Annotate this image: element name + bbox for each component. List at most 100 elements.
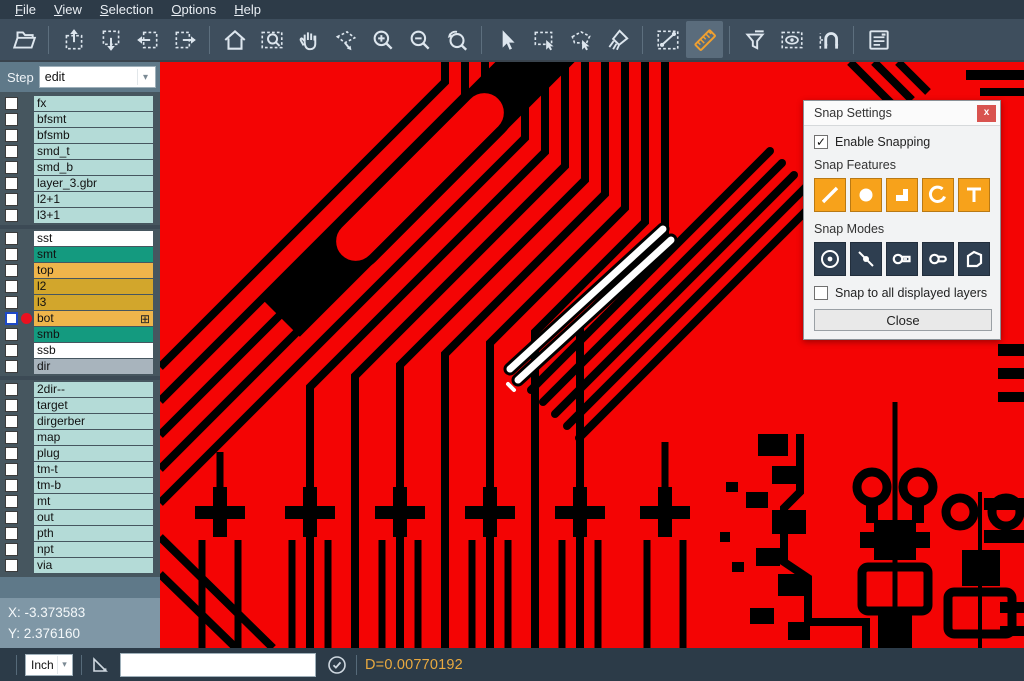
layer-row-dir[interactable]: dir <box>0 359 160 374</box>
enable-snapping-row[interactable]: ✓ Enable Snapping <box>814 135 990 149</box>
layer-row-smd_t[interactable]: smd_t <box>0 144 160 159</box>
toolbar-clean-brush-button[interactable] <box>599 21 636 58</box>
layer-visibility-checkbox[interactable] <box>5 312 18 325</box>
snap-mode-key-outline-button[interactable] <box>922 242 954 276</box>
menu-selection[interactable]: Selection <box>91 0 162 19</box>
dialog-title-bar[interactable]: Snap Settings x <box>804 101 1000 126</box>
layer-row-tm-t[interactable]: tm-t <box>0 462 160 477</box>
layer-visibility-checkbox[interactable] <box>5 209 18 222</box>
snap-mode-center-button[interactable] <box>814 242 846 276</box>
snap-mode-key-filled-button[interactable] <box>886 242 918 276</box>
layer-name-cell[interactable]: smt <box>34 247 153 262</box>
snap-feature-pad-button[interactable] <box>850 178 882 212</box>
grid-icon[interactable]: ⊞ <box>140 313 150 325</box>
layer-row-fx[interactable]: fx <box>0 96 160 111</box>
snap-all-layers-row[interactable]: Snap to all displayed layers <box>814 286 990 300</box>
snap-mode-contour-button[interactable] <box>958 242 990 276</box>
toolbar-pan-hand-button[interactable] <box>290 21 327 58</box>
layer-name-cell[interactable]: fx <box>34 96 153 111</box>
snap-feature-text-button[interactable] <box>958 178 990 212</box>
toolbar-show-selection-button[interactable] <box>773 21 810 58</box>
layer-name-cell[interactable]: tm-b <box>34 478 153 493</box>
layer-name-cell[interactable]: 2dir-- <box>34 382 153 397</box>
layer-visibility-checkbox[interactable] <box>5 280 18 293</box>
layer-row-plug[interactable]: plug <box>0 446 160 461</box>
layer-row-sst[interactable]: sst <box>0 231 160 246</box>
layer-row-top[interactable]: top <box>0 263 160 278</box>
toolbar-pan-up-button[interactable] <box>55 21 92 58</box>
layer-name-cell[interactable]: l3+1 <box>34 208 153 223</box>
snap-feature-line-button[interactable] <box>814 178 846 212</box>
layer-row-ssb[interactable]: ssb <box>0 343 160 358</box>
toolbar-home-button[interactable] <box>216 21 253 58</box>
layer-visibility-checkbox[interactable] <box>5 543 18 556</box>
layer-row-dirgerber[interactable]: dirgerber <box>0 414 160 429</box>
layer-row-via[interactable]: via <box>0 558 160 573</box>
layer-name-cell[interactable]: top <box>34 263 153 278</box>
layer-visibility-checkbox[interactable] <box>5 161 18 174</box>
unit-select[interactable]: Inch ▾ <box>25 654 73 676</box>
toolbar-measure-distance-button[interactable] <box>649 21 686 58</box>
layer-name-cell[interactable]: pth <box>34 526 153 541</box>
layer-name-cell[interactable]: dir <box>34 359 153 374</box>
toolbar-zoom-area-button[interactable] <box>327 21 364 58</box>
snap-feature-arc-button[interactable] <box>922 178 954 212</box>
menu-help[interactable]: Help <box>225 0 270 19</box>
layer-name-cell[interactable]: tm-t <box>34 462 153 477</box>
layer-name-cell[interactable]: plug <box>34 446 153 461</box>
toolbar-pan-right-button[interactable] <box>166 21 203 58</box>
layer-visibility-checkbox[interactable] <box>5 177 18 190</box>
layer-visibility-checkbox[interactable] <box>5 264 18 277</box>
toolbar-pan-down-button[interactable] <box>92 21 129 58</box>
layer-row-tm-b[interactable]: tm-b <box>0 478 160 493</box>
layer-row-out[interactable]: out <box>0 510 160 525</box>
toolbar-select-rect-button[interactable] <box>525 21 562 58</box>
enable-snapping-checkbox[interactable]: ✓ <box>814 135 828 149</box>
layer-visibility-checkbox[interactable] <box>5 431 18 444</box>
toolbar-select-arrow-button[interactable] <box>488 21 525 58</box>
layer-row-smt[interactable]: smt <box>0 247 160 262</box>
layer-visibility-checkbox[interactable] <box>5 495 18 508</box>
layer-visibility-checkbox[interactable] <box>5 232 18 245</box>
layer-row-bfsmb[interactable]: bfsmb <box>0 128 160 143</box>
layer-name-cell[interactable]: l2+1 <box>34 192 153 207</box>
snap-feature-surface-button[interactable] <box>886 178 918 212</box>
layer-name-cell[interactable]: layer_3.gbr <box>34 176 153 191</box>
layer-visibility-checkbox[interactable] <box>5 383 18 396</box>
layer-visibility-checkbox[interactable] <box>5 511 18 524</box>
layer-visibility-checkbox[interactable] <box>5 145 18 158</box>
layer-name-cell[interactable]: bot⊞ <box>34 311 153 326</box>
toolbar-snap-button[interactable] <box>810 21 847 58</box>
toolbar-ruler-button[interactable] <box>686 21 723 58</box>
layer-visibility-checkbox[interactable] <box>5 248 18 261</box>
layer-visibility-checkbox[interactable] <box>5 559 18 572</box>
layer-row-2dir--[interactable]: 2dir-- <box>0 382 160 397</box>
snap-mode-midpoint-button[interactable] <box>850 242 882 276</box>
layer-row-smb[interactable]: smb <box>0 327 160 342</box>
layer-row-smd_b[interactable]: smd_b <box>0 160 160 175</box>
toolbar-zoom-out-button[interactable] <box>401 21 438 58</box>
layer-name-cell[interactable]: npt <box>34 542 153 557</box>
layer-visibility-checkbox[interactable] <box>5 193 18 206</box>
layer-name-cell[interactable]: target <box>34 398 153 413</box>
toolbar-filter-button[interactable] <box>736 21 773 58</box>
step-select[interactable]: edit ▾ <box>39 66 156 88</box>
layer-row-l3[interactable]: l3 <box>0 295 160 310</box>
layer-row-map[interactable]: map <box>0 430 160 445</box>
toolbar-zoom-in-button[interactable] <box>364 21 401 58</box>
layer-name-cell[interactable]: sst <box>34 231 153 246</box>
layer-visibility-checkbox[interactable] <box>5 97 18 110</box>
layer-name-cell[interactable]: via <box>34 558 153 573</box>
layer-name-cell[interactable]: smd_b <box>34 160 153 175</box>
layer-row-pth[interactable]: pth <box>0 526 160 541</box>
layer-row-l3+1[interactable]: l3+1 <box>0 208 160 223</box>
layer-visibility-checkbox[interactable] <box>5 399 18 412</box>
layer-visibility-checkbox[interactable] <box>5 328 18 341</box>
layer-visibility-checkbox[interactable] <box>5 113 18 126</box>
layer-name-cell[interactable]: smd_t <box>34 144 153 159</box>
menu-options[interactable]: Options <box>162 0 225 19</box>
layer-name-cell[interactable]: bfsmt <box>34 112 153 127</box>
layer-visibility-checkbox[interactable] <box>5 360 18 373</box>
menu-view[interactable]: View <box>45 0 91 19</box>
layer-visibility-checkbox[interactable] <box>5 344 18 357</box>
